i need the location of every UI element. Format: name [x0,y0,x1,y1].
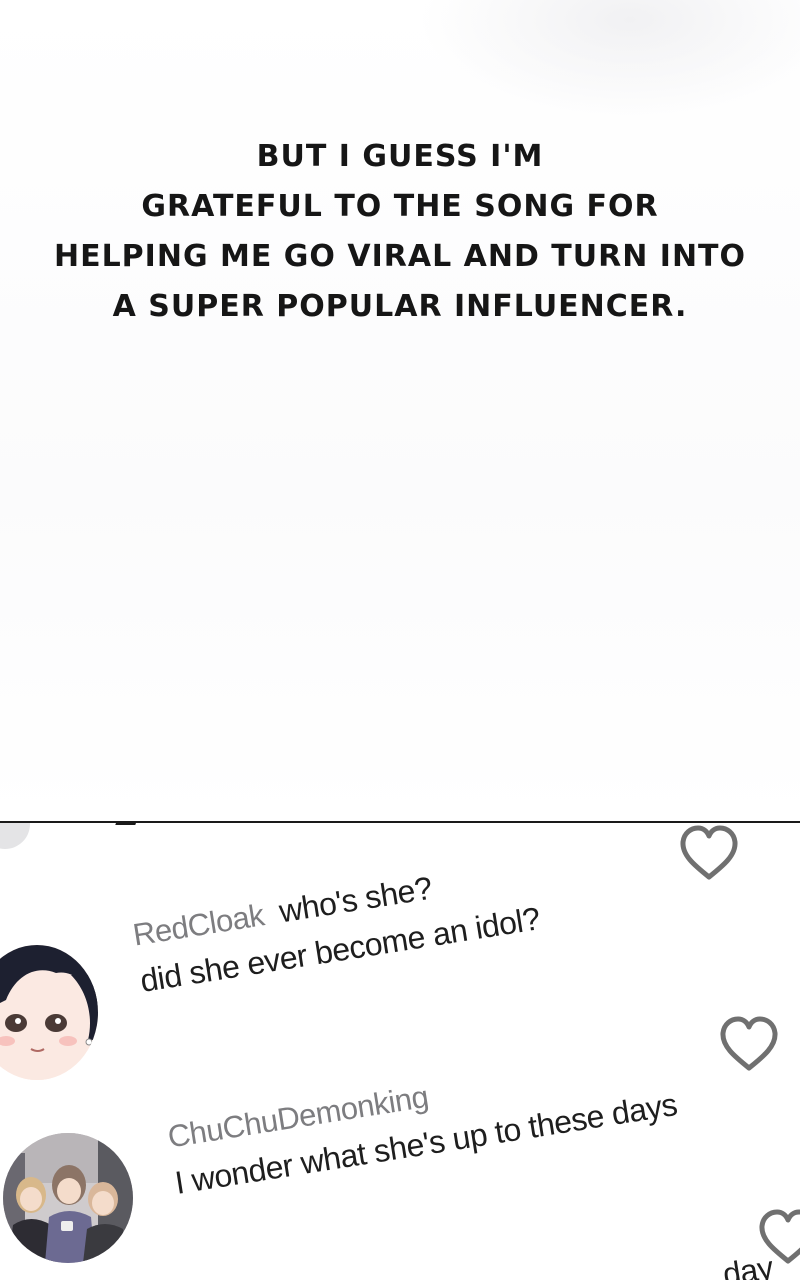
heart-icon[interactable] [718,1016,780,1074]
narration-caption: BUT I GUESS I'M GRATEFUL TO THE SONG FOR… [0,132,800,332]
heart-icon[interactable] [678,825,740,883]
comments-panel: RedCloak who's she? did she ever become a… [0,823,800,1280]
panel-edge-mark [115,823,137,825]
panel-edge-shape [0,823,30,849]
narration-line: A SUPER POPULAR INFLUENCER. [112,289,688,324]
narration-line: BUT I GUESS I'M [256,139,544,174]
comment: day [720,1247,777,1280]
comment-text: day [720,1249,776,1280]
comment: ChuChuDemonking I wonder what she's up t… [165,1039,681,1210]
dark-haired-girl-avatar [0,945,98,1080]
narration-panel: BUT I GUESS I'M GRATEFUL TO THE SONG FOR… [0,0,800,822]
group-of-three-avatar [3,1133,133,1263]
narration-line: GRATEFUL TO THE SONG FOR [141,189,659,224]
narration-line: HELPING ME GO VIRAL AND TURN INTO [53,239,747,274]
background-glow [420,0,800,120]
comment: RedCloak who's she? did she ever become a… [130,852,544,1008]
